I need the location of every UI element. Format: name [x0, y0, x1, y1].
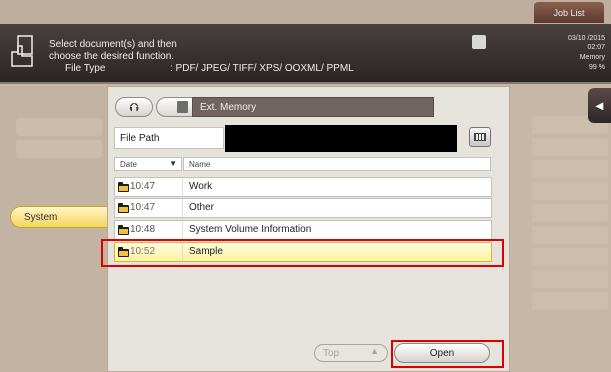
row-time: 10:48	[130, 224, 156, 235]
keyboard-button[interactable]	[469, 127, 491, 147]
left-nav-slot	[16, 140, 102, 158]
row-date-cell: 10:47	[115, 178, 183, 196]
left-navigation	[0, 86, 108, 372]
message-header: Select document(s) and then choose the d…	[0, 24, 611, 84]
instruction-line-2: choose the desired function.	[49, 51, 175, 62]
selection-highlight-box	[101, 239, 504, 267]
keyboard-icon	[474, 133, 486, 141]
right-slot	[532, 270, 608, 288]
file-type-label: File Type	[65, 63, 106, 74]
date-column-header[interactable]: Date ▼	[114, 157, 182, 171]
usb-memory-icon	[472, 35, 486, 49]
top-button-label: Top	[323, 347, 340, 359]
folder-tab[interactable]	[156, 97, 193, 117]
row-time: 10:47	[130, 202, 156, 213]
file-path-label: File Path	[114, 127, 224, 149]
row-time: 10:47	[130, 181, 156, 192]
file-row[interactable]: 10:48 System Volume Information	[114, 220, 492, 240]
document-hand-icon	[11, 35, 33, 67]
folder-icon	[118, 182, 129, 192]
row-date-cell: 10:47	[115, 199, 183, 217]
right-slot	[532, 182, 608, 200]
right-slot	[532, 292, 608, 310]
right-slot	[532, 160, 608, 178]
screen: Job List Select document(s) and then cho…	[0, 0, 611, 372]
memory-percent: 99 %	[589, 64, 605, 71]
file-path-field[interactable]	[225, 125, 457, 152]
scroll-top-icon: ▲	[370, 346, 379, 356]
left-nav-slot	[16, 118, 102, 136]
right-slot	[532, 204, 608, 222]
top-strip: Job List	[0, 0, 611, 24]
file-browser-panel: ⮉ Ext. Memory File Path Date ▼ Name 10:4…	[107, 86, 510, 372]
status-time: 02:07	[587, 44, 605, 51]
status-date: 03/10 /2015	[568, 35, 605, 42]
system-tab[interactable]: System	[10, 206, 108, 228]
instruction-line-1: Select document(s) and then	[49, 39, 177, 50]
panel-collapse-arrow-icon[interactable]: ◂	[588, 88, 611, 123]
memory-label: Memory	[579, 54, 605, 61]
folder-icon	[118, 225, 129, 235]
job-list-button[interactable]: Job List	[534, 2, 604, 23]
right-slot	[532, 248, 608, 266]
row-name: Other	[189, 202, 215, 213]
right-panel	[508, 86, 611, 372]
folder-icon	[118, 203, 129, 213]
name-column-header[interactable]: Name	[183, 157, 491, 171]
row-name: Work	[189, 181, 213, 192]
date-column-label: Date	[120, 159, 137, 169]
memory-device-icon	[177, 101, 188, 113]
file-row[interactable]: 10:47 Work	[114, 177, 492, 197]
right-slot	[532, 226, 608, 244]
up-level-button[interactable]: ⮉	[115, 97, 153, 117]
row-date-cell: 10:48	[115, 221, 183, 239]
right-slot	[532, 138, 608, 156]
top-button[interactable]: Top ▲	[314, 344, 388, 362]
file-type-value: : PDF/ JPEG/ TIFF/ XPS/ OOXML/ PPML	[170, 63, 354, 74]
location-bar: Ext. Memory	[192, 97, 434, 117]
sort-down-icon: ▼	[169, 159, 177, 168]
file-row[interactable]: 10:47 Other	[114, 198, 492, 218]
open-highlight-box	[391, 340, 504, 368]
row-name: System Volume Information	[189, 224, 312, 235]
